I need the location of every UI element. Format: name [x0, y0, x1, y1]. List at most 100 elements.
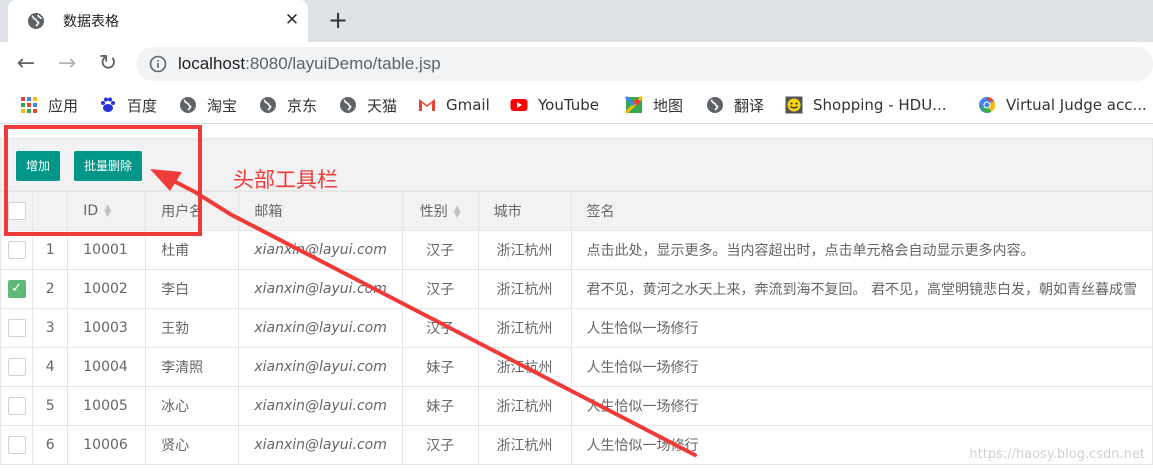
new-tab-button[interactable]: + [326, 8, 350, 32]
cell-email[interactable]: xianxin@layui.com [238, 347, 403, 387]
row-checkbox[interactable]: ✓ [7, 280, 26, 298]
row-checkbox[interactable] [7, 358, 26, 376]
header-sign: 签名 [570, 191, 1153, 231]
row-index: 2 [32, 269, 69, 309]
cell-sign[interactable]: 点击此处，显示更多。当内容超出时，点击单元格会自动显示更多内容。 [570, 230, 1153, 270]
cell-id[interactable]: 10002 [67, 269, 147, 309]
cell-sex[interactable]: 汉子 [401, 425, 479, 465]
cell-username[interactable]: 李清照 [145, 347, 240, 387]
url-text[interactable]: localhost:8080/layuiDemo/table.jsp [178, 54, 441, 74]
bookmark-translate[interactable]: 翻译 [706, 94, 764, 116]
browser-tab[interactable]: 数据表格 ✕ [8, 0, 308, 42]
row-checkbox[interactable] [7, 241, 26, 259]
cell-email[interactable]: xianxin@layui.com [238, 425, 403, 465]
row-checkbox[interactable] [7, 397, 26, 415]
table-row[interactable]: 5 10005 冰心 xianxin@layui.com 妹子 浙江杭州 人生恰似一场修行 [0, 386, 1153, 426]
cell-sex[interactable]: 妹子 [401, 347, 479, 387]
row-checkbox[interactable] [7, 436, 26, 454]
cell-sign[interactable]: 君不见，黄河之水天上来，奔流到海不复回。 君不见，高堂明镜悲白发，朝如青丝暮成雪 [570, 269, 1153, 309]
vjudge-icon [979, 96, 996, 113]
cell-username[interactable]: 贤心 [145, 425, 240, 465]
row-index: 1 [32, 230, 69, 270]
baidu-paw-icon [101, 97, 115, 112]
cell-username[interactable]: 冰心 [145, 386, 240, 426]
row-checkbox-cell: ✓ [0, 269, 34, 309]
cell-id[interactable]: 10003 [67, 308, 147, 348]
info-icon[interactable] [149, 55, 167, 73]
bookmark-tmall[interactable]: 天猫 [339, 94, 397, 116]
row-checkbox-cell [0, 386, 34, 426]
table-row[interactable]: 4 10004 李清照 xianxin@layui.com 妹子 浙江杭州 人生恰似一场修行 [0, 347, 1153, 387]
cell-city[interactable]: 浙江杭州 [477, 230, 572, 270]
header-email: 邮箱 [238, 191, 403, 231]
cell-email[interactable]: xianxin@layui.com [238, 269, 403, 309]
bookmark-jd[interactable]: 京东 [259, 94, 317, 116]
sort-icon[interactable]: ▲ ▼ [454, 205, 461, 220]
cell-sign[interactable]: 人生恰似一场修行 [570, 347, 1153, 387]
bookmark-label: 地图 [653, 96, 684, 115]
table-row[interactable]: 3 10003 王勃 xianxin@layui.com 汉子 浙江杭州 人生恰似一场修行 [0, 308, 1153, 348]
row-checkbox-cell [0, 230, 34, 270]
table-row[interactable]: ✓ 2 10002 李白 xianxin@layui.com 汉子 浙江杭州 君不见，黄河之水… [0, 269, 1153, 309]
tab-title: 数据表格 [63, 14, 119, 30]
cell-sex[interactable]: 汉子 [401, 269, 479, 309]
cell-username[interactable]: 杜甫 [145, 230, 240, 270]
row-index: 6 [32, 425, 69, 465]
cell-email[interactable]: xianxin@layui.com [238, 386, 403, 426]
row-checkbox[interactable] [7, 319, 26, 337]
cell-sex[interactable]: 汉子 [401, 308, 479, 348]
bookmark-taobao[interactable]: 淘宝 [179, 94, 237, 116]
address-bar[interactable]: localhost:8080/layuiDemo/table.jsp [136, 47, 1153, 81]
cell-id[interactable]: 10001 [67, 230, 147, 270]
bookmark-label: Shopping - HDU... [813, 96, 947, 114]
cell-email[interactable]: xianxin@layui.com [238, 308, 403, 348]
back-icon[interactable]: ← [14, 52, 38, 76]
watermark: https://haosy.blog.csdn.net [969, 447, 1145, 462]
bookmark-label: 翻译 [734, 96, 765, 115]
browser-toolbar: ← → ↻ localhost:8080/layuiDemo/table.jsp [0, 42, 1153, 86]
row-index: 4 [32, 347, 69, 387]
close-tab-icon[interactable]: ✕ [282, 8, 302, 32]
bookmark-label: YouTube [538, 96, 599, 114]
bookmark-baidu[interactable]: 百度 [99, 94, 157, 116]
cell-sign[interactable]: 人生恰似一场修行 [570, 308, 1153, 348]
cell-city[interactable]: 浙江杭州 [477, 308, 572, 348]
bookmark-label: Gmail [446, 96, 490, 114]
table-row[interactable]: 1 10001 杜甫 xianxin@layui.com 汉子 浙江杭州 点击此处，显示更多… [0, 230, 1153, 270]
apps-grid-icon [21, 97, 37, 113]
url-host: localhost [178, 54, 246, 73]
header-sex[interactable]: 性别 ▲ ▼ [401, 191, 479, 231]
globe-icon [180, 97, 196, 113]
cell-city[interactable]: 浙江杭州 [477, 269, 572, 309]
bookmark-vjudge[interactable]: Virtual Judge acc... [978, 94, 1147, 116]
cell-sex[interactable]: 汉子 [401, 230, 479, 270]
header-sex-label: 性别 [419, 204, 448, 220]
row-index: 3 [32, 308, 69, 348]
cell-email[interactable]: xianxin@layui.com [238, 230, 403, 270]
row-checkbox-cell [0, 308, 34, 348]
bookmark-label: 京东 [287, 96, 318, 115]
cell-username[interactable]: 李白 [145, 269, 240, 309]
forward-icon[interactable]: → [55, 52, 79, 76]
header-city: 城市 [477, 191, 572, 231]
bookmark-youtube[interactable]: YouTube [510, 94, 599, 116]
cell-city[interactable]: 浙江杭州 [477, 425, 572, 465]
cell-city[interactable]: 浙江杭州 [477, 386, 572, 426]
toolbar-annotation: 头部工具栏 [233, 168, 338, 192]
row-checkbox-cell [0, 347, 34, 387]
bookmark-label: 应用 [48, 96, 79, 115]
cell-sign[interactable]: 人生恰似一场修行 [570, 386, 1153, 426]
cell-username[interactable]: 王勃 [145, 308, 240, 348]
cell-id[interactable]: 10005 [67, 386, 147, 426]
reload-icon[interactable]: ↻ [96, 52, 120, 76]
cell-city[interactable]: 浙江杭州 [477, 347, 572, 387]
bookmark-apps[interactable]: 应用 [20, 94, 78, 116]
cell-sex[interactable]: 妹子 [401, 386, 479, 426]
bookmark-shopping[interactable]: Shopping - HDU... [785, 94, 947, 116]
header-city-label: 城市 [493, 204, 522, 220]
cell-id[interactable]: 10006 [67, 425, 147, 465]
cell-id[interactable]: 10004 [67, 347, 147, 387]
bookmark-maps[interactable]: 地图 [625, 94, 683, 116]
smiley-icon [785, 96, 803, 114]
bookmark-gmail[interactable]: Gmail [418, 94, 490, 116]
